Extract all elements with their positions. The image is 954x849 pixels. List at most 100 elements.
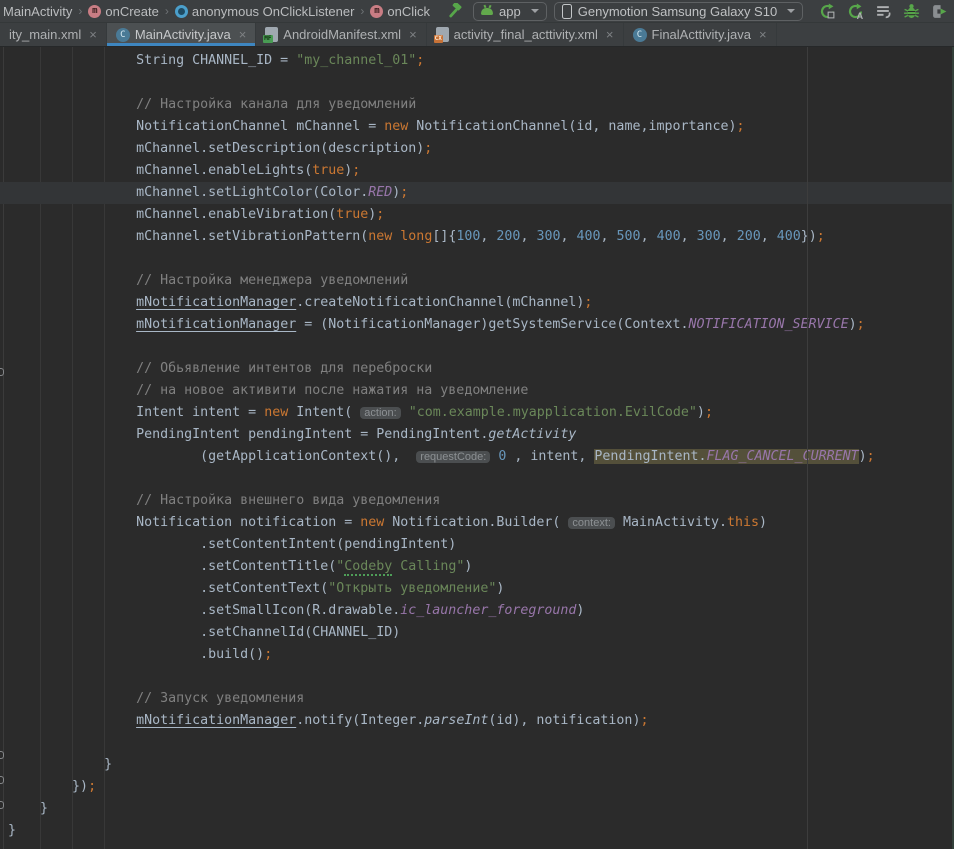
close-icon[interactable]: × — [409, 28, 417, 41]
code-token: ) — [576, 603, 584, 618]
breadcrumb-label: anonymous OnClickListener — [192, 4, 355, 19]
code-token: this — [727, 515, 759, 530]
code-line: mChannel.setDescription(description); — [0, 138, 954, 160]
code-line: mChannel.enableVibration(true); — [0, 204, 954, 226]
code-token: , — [761, 229, 777, 244]
code-token: PendingIntent. — [594, 449, 706, 464]
tab-label: ity_main.xml — [9, 27, 81, 42]
main-toolbar: MainActivity › monCreate › anonymous OnClick… — [0, 0, 954, 22]
java-class-icon: C — [116, 28, 130, 42]
code-token: 400 — [657, 229, 681, 244]
svg-text:A: A — [856, 10, 863, 19]
code-token: ; — [705, 405, 713, 420]
code-token: MainActivity. — [615, 515, 727, 530]
code-token: .setContentText( — [8, 581, 328, 596]
code-line: // на новое активити после нажатия на ув… — [0, 380, 954, 402]
tab-mainactivity-java[interactable]: CMainActivity.java× — [107, 23, 256, 46]
code-line: } — [0, 754, 954, 776]
code-line: NotificationChannel mChannel = new Notif… — [0, 116, 954, 138]
fold-marker[interactable] — [0, 368, 4, 376]
code-token: long — [400, 229, 432, 244]
breadcrumbs: MainActivity › monCreate › anonymous OnClick… — [3, 4, 430, 19]
code-line — [0, 732, 954, 754]
code-token: Notification notification = — [8, 515, 360, 530]
breadcrumb-separator: › — [360, 4, 364, 18]
code-line — [0, 468, 954, 490]
code-token: Intent( — [288, 405, 360, 420]
apply-code-changes-icon[interactable]: A — [844, 1, 866, 21]
code-token: // Настройка менеджера уведомлений — [136, 273, 408, 288]
code-line: } — [0, 798, 954, 820]
close-icon[interactable]: × — [759, 28, 767, 41]
code-token: 500 — [617, 229, 641, 244]
device-select[interactable]: Genymotion Samsung Galaxy S10 — [554, 2, 803, 21]
code-line: .setContentText("Открыть уведомление") — [0, 578, 954, 600]
code-token: NOTIFICATION_SERVICE — [688, 317, 848, 332]
breadcrumb-item[interactable]: MainActivity — [3, 4, 72, 19]
code-token: .setContentTitle( — [8, 559, 336, 574]
code-token — [8, 361, 136, 376]
tab-ity_main-xml[interactable]: ity_main.xml × — [0, 23, 107, 46]
code-token — [8, 295, 136, 310]
run-config-label: app — [499, 4, 521, 19]
code-token: Intent intent = — [8, 405, 264, 420]
code-token: ; — [400, 185, 408, 200]
breadcrumb-separator: › — [78, 4, 82, 18]
tab-androidmanifest-xml[interactable]: MFAndroidManifest.xml× — [256, 23, 426, 46]
code-editor[interactable]: String CHANNEL_ID = "my_channel_01"; // … — [0, 47, 954, 849]
code-line — [0, 248, 954, 270]
code-token: NotificationChannel(id, name,importance) — [408, 119, 736, 134]
code-token — [8, 273, 136, 288]
attach-debugger-icon[interactable] — [928, 1, 950, 21]
code-token: }) — [8, 779, 88, 794]
code-token: Notification.Builder( — [384, 515, 568, 530]
code-token — [8, 493, 136, 508]
code-token: mChannel.setVibrationPattern( — [8, 229, 368, 244]
run-config-select[interactable]: app — [473, 2, 547, 21]
code-token: , intent, — [506, 449, 594, 464]
fold-marker[interactable] — [0, 801, 4, 809]
build-list-icon[interactable] — [872, 1, 894, 21]
code-token: "com.example.myapplication.EvilCode" — [409, 405, 697, 420]
tab-activity_final_acttivity-xml[interactable]: CXactivity_final_acttivity.xml× — [427, 23, 624, 46]
code-token: new — [264, 405, 288, 420]
close-icon[interactable]: × — [239, 28, 247, 41]
code-token: ) — [697, 405, 705, 420]
close-icon[interactable]: × — [89, 28, 97, 41]
code-line: mChannel.setLightColor(Color.RED); — [0, 182, 954, 204]
code-line: mNotificationManager = (NotificationMana… — [0, 314, 954, 336]
right-margin-line — [807, 47, 808, 849]
code-token: = (NotificationManager)getSystemService(… — [296, 317, 688, 332]
code-token: // Настройка канала для уведомлений — [136, 97, 416, 112]
code-token: } — [8, 801, 48, 816]
breadcrumb-item[interactable]: monCreate — [88, 4, 158, 19]
fold-marker[interactable] — [0, 751, 4, 759]
code-line: .setChannelId(CHANNEL_ID) — [0, 622, 954, 644]
code-token: ) — [759, 515, 767, 530]
rerun-icon[interactable] — [816, 1, 838, 21]
layout-xml-icon: CX — [436, 27, 449, 42]
close-icon[interactable]: × — [606, 28, 614, 41]
breadcrumb-item[interactable]: monClick — [370, 4, 430, 19]
code-line: }); — [0, 776, 954, 798]
code-token: }) — [801, 229, 817, 244]
code-token: 200 — [496, 229, 520, 244]
code-token: []{ — [432, 229, 456, 244]
code-token: // Настройка внешнего вида уведомления — [136, 493, 440, 508]
build-hammer-icon[interactable] — [444, 1, 466, 21]
code-token: , — [520, 229, 536, 244]
code-token: new — [384, 119, 408, 134]
code-line: // Настройка канала для уведомлений — [0, 94, 954, 116]
breadcrumb-label: MainActivity — [3, 4, 72, 19]
code-token: .createNotificationChannel(mChannel) — [296, 295, 584, 310]
code-line: mNotificationManager.createNotificationC… — [0, 292, 954, 314]
debug-icon[interactable] — [900, 1, 922, 21]
fold-marker[interactable] — [0, 776, 4, 784]
code-token: ; — [88, 779, 96, 794]
code-token: Codeby — [344, 559, 392, 576]
breadcrumb-item[interactable]: anonymous OnClickListener — [175, 4, 355, 19]
code-token: mNotificationManager — [136, 317, 296, 332]
run-actions: A — [816, 1, 950, 21]
code-line: Intent intent = new Intent( action: "com… — [0, 402, 954, 424]
tab-finalacttivity-java[interactable]: CFinalActtivity.java× — [624, 23, 777, 46]
